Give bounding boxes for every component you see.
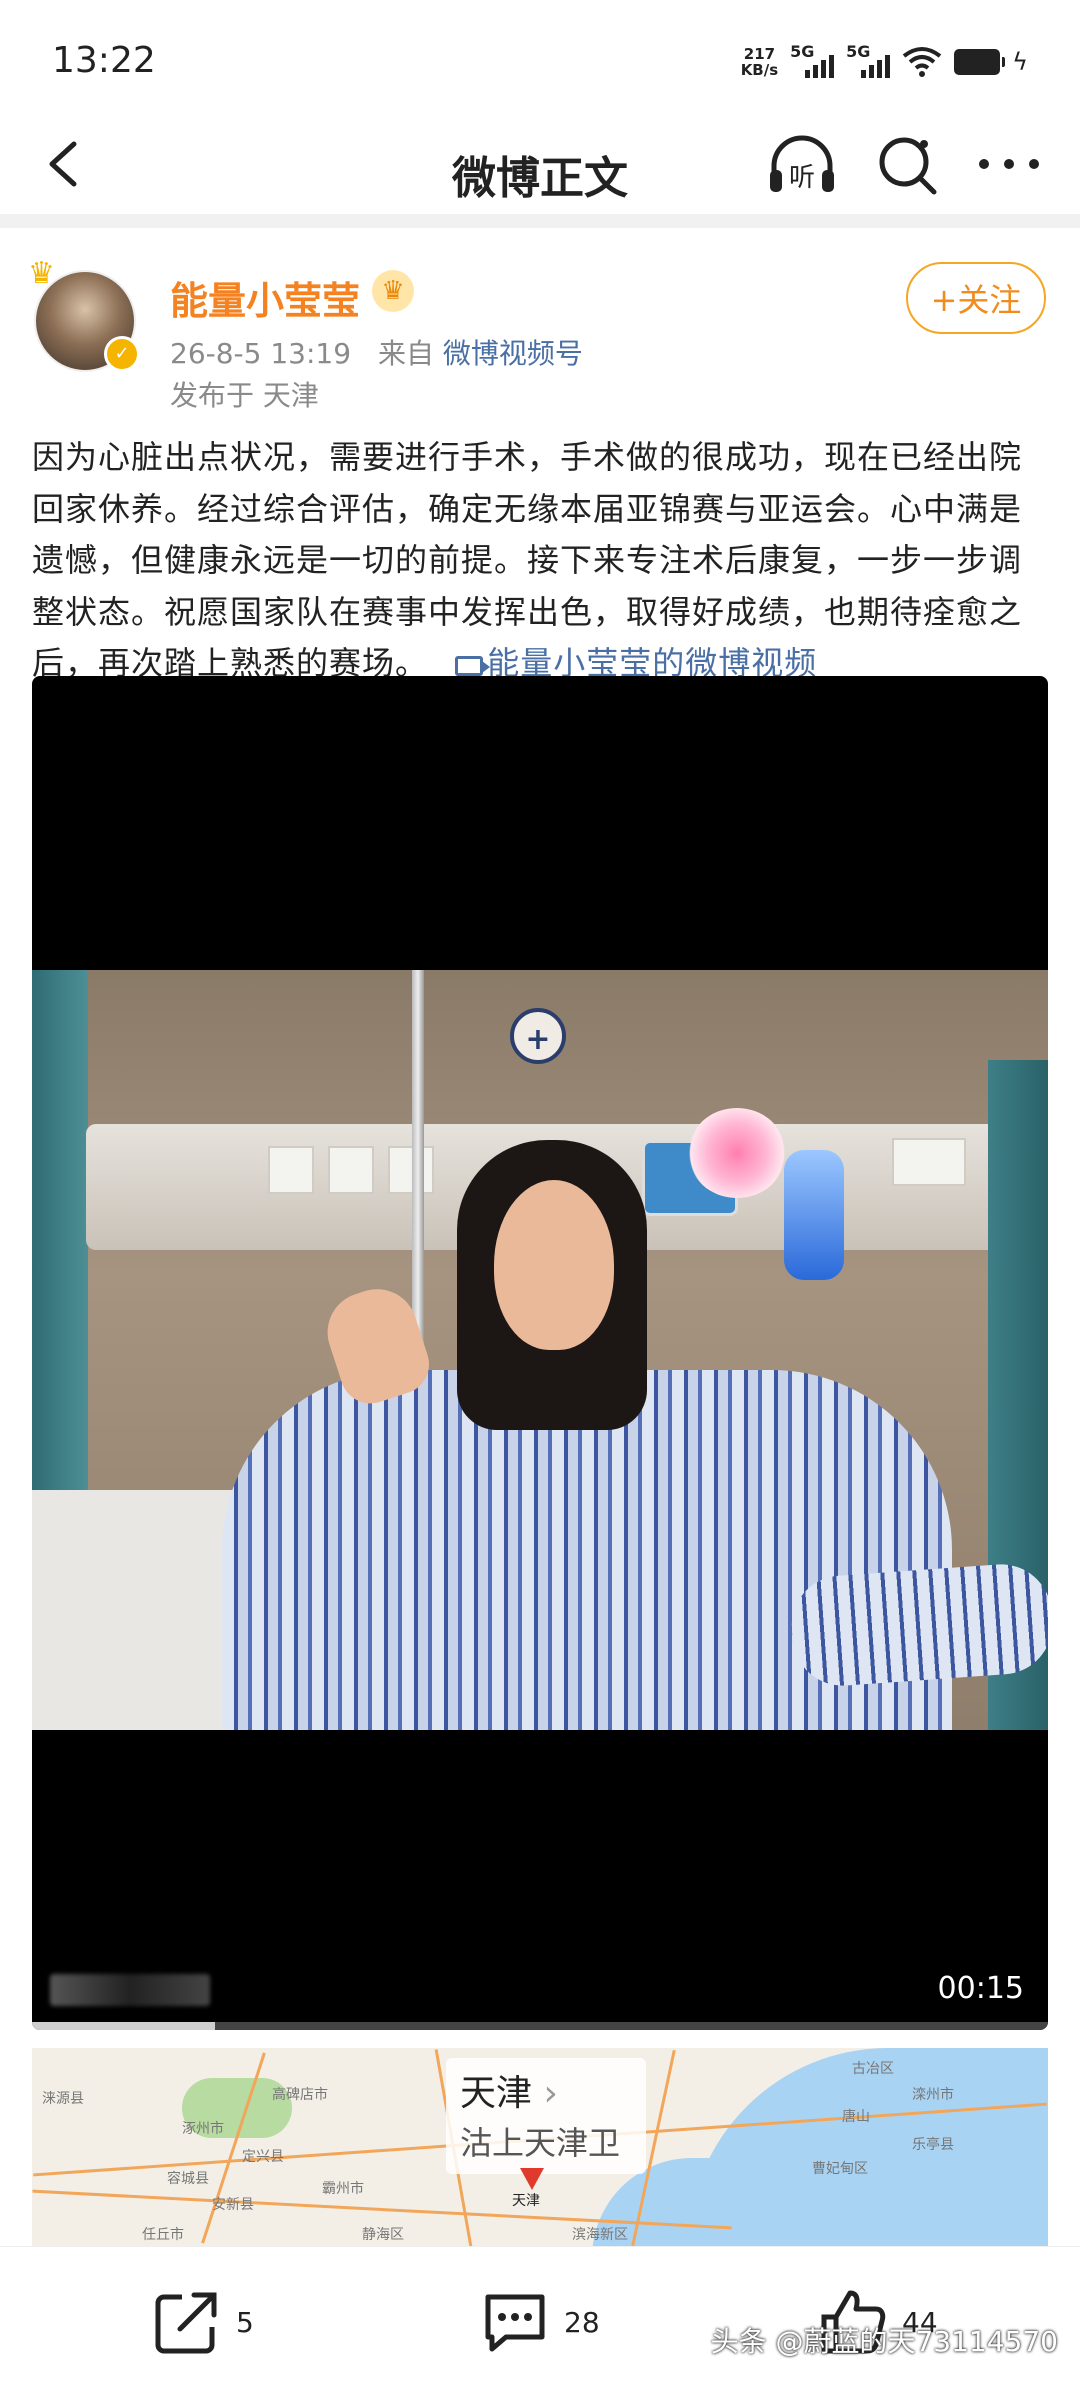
post-meta: 26-8-5 13:19 来自 微博视频号 (170, 332, 583, 372)
map-place-label: 安新县 (212, 2197, 254, 2213)
verified-badge-icon: ✓ (104, 336, 140, 372)
follow-button[interactable]: +关注 (906, 262, 1046, 334)
battery-icon (954, 49, 1006, 75)
share-count: 5 (236, 2305, 254, 2339)
post-date: 26-8-5 13:19 (170, 337, 352, 370)
location-map[interactable]: 涞源县涿州市 高碑店市定兴县容城县 安新县 霸州市任丘市 古冶区滦州市唐山乐亭县曹妃甸区… (32, 2048, 1048, 2248)
headphones-icon: 听 (770, 135, 834, 193)
video-progress-fill (32, 2022, 215, 2030)
signal-icon: 5G (846, 42, 891, 82)
map-place-label: 容城县 (167, 2171, 209, 2187)
share-icon (155, 2292, 217, 2354)
post-content: 因为心脏出点状况，需要进行手术，手术做的很成功，现在已经出院回家休养。经过综合评… (32, 432, 1052, 690)
video-duration: 00:15 (937, 1971, 1024, 2006)
charging-icon: ϟ (1012, 48, 1028, 76)
map-place-label: 唐山 (842, 2109, 870, 2125)
status-bar: 13:22 217 KB/s 5G 5G ϟ (0, 0, 1080, 120)
comment-count: 28 (564, 2305, 600, 2339)
member-crown-icon[interactable]: ♛ (372, 270, 414, 312)
comment-button[interactable]: 28 (480, 2287, 600, 2357)
signal-icon: 5G (790, 42, 835, 82)
video-caption (50, 1974, 210, 2006)
crown-icon: ♛ (28, 256, 55, 291)
map-pin-label: 天津 (512, 2193, 540, 2209)
map-place-label: 滦州市 (912, 2087, 954, 2103)
watermark: 头条 @蔚蓝的天73114570 (710, 2325, 1058, 2358)
map-place-label: 定兴县 (242, 2149, 284, 2165)
more-icon[interactable] (974, 132, 1044, 196)
map-place-label: 任丘市 (142, 2227, 184, 2243)
map-place-label: 高碑店市 (272, 2087, 328, 2103)
map-place-label: 乐亭县 (912, 2137, 954, 2153)
map-place-label: 曹妃甸区 (812, 2161, 868, 2177)
map-place-label: 涞源县 (42, 2091, 84, 2107)
map-place-label: 静海区 (362, 2227, 404, 2243)
map-place: 沽上天津卫 (460, 2124, 621, 2162)
status-time: 13:22 (52, 40, 156, 81)
share-button[interactable]: 5 (152, 2287, 254, 2357)
video-player[interactable]: + 00:15 (32, 676, 1048, 2030)
avatar[interactable]: ♛ ✓ (28, 256, 140, 372)
map-place-label: 古冶区 (852, 2061, 894, 2077)
listen-button[interactable]: 听 (764, 128, 840, 204)
source-prefix: 来自 (377, 337, 434, 370)
medical-sign-icon: + (510, 1008, 566, 1064)
svg-text:听: 听 (789, 163, 815, 193)
post-location: 发布于 天津 (170, 379, 319, 412)
post-source[interactable]: 微博视频号 (443, 337, 583, 370)
video-frame: + (32, 970, 1048, 1730)
username[interactable]: 能量小莹莹 (170, 270, 360, 325)
map-place-label: 滨海新区 (572, 2227, 628, 2243)
map-place-label: 涿州市 (182, 2121, 224, 2137)
video-camera-icon (455, 656, 491, 677)
map-city[interactable]: 天津 (460, 2064, 558, 2116)
video-progress-bar[interactable] (32, 2022, 1048, 2030)
heart-sticker-icon (688, 1108, 786, 1198)
section-divider (0, 214, 1080, 228)
map-place-label: 霸州市 (322, 2181, 364, 2197)
wifi-icon (902, 47, 942, 77)
comment-icon (485, 2294, 545, 2352)
oxygen-bottle (784, 1150, 844, 1280)
person-face (494, 1180, 614, 1350)
person-arm (788, 1561, 1048, 1689)
map-pin-icon (520, 2168, 544, 2190)
net-speed: 217 KB/s (740, 45, 779, 79)
nav-bar: 微博正文 听 (0, 120, 1080, 212)
search-icon[interactable] (872, 130, 942, 200)
status-icons: 217 KB/s 5G 5G ϟ (741, 40, 1028, 84)
